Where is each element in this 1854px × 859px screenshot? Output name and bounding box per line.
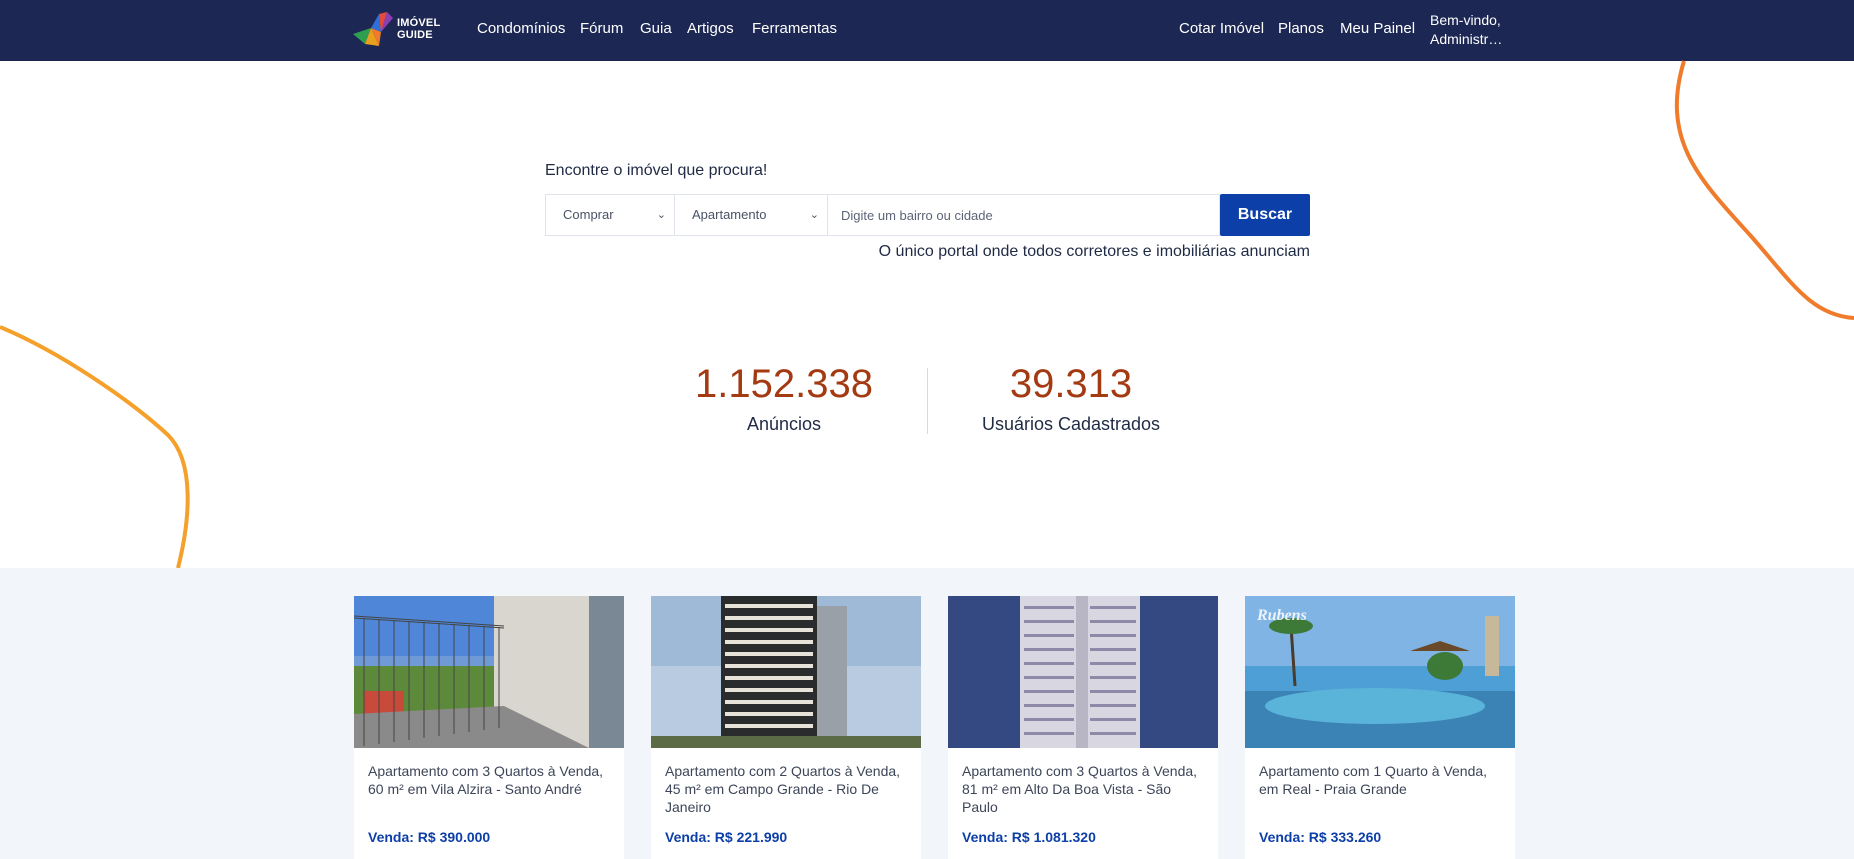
listing-title: Apartamento com 3 Quartos à Venda, 81 m²… (962, 763, 1198, 815)
chevron-down-icon: ⌄ (656, 209, 666, 221)
listing-card[interactable]: Apartamento com 3 Quartos à Venda, 60 m²… (354, 596, 624, 859)
listing-title: Apartamento com 3 Quartos à Venda, 60 m²… (368, 763, 604, 797)
welcome-line-1: Bem-vindo, (1430, 12, 1501, 28)
nav-link-artigos[interactable]: Artigos (687, 20, 734, 37)
stat-listings-label: Anúncios (746, 414, 822, 434)
stats-divider (927, 368, 928, 434)
stat-users-value: 39.313 (1009, 362, 1133, 406)
brand-logo-icon (353, 12, 393, 46)
search-heading: Encontre o imóvel que procura! (545, 162, 768, 179)
nav-link-condominios[interactable]: Condomínios (477, 20, 565, 37)
portal-tagline: O único portal onde todos corretores e i… (878, 243, 1310, 260)
location-search-input[interactable] (828, 194, 1220, 236)
listing-price: Venda: R$ 1.081.320 (962, 829, 1096, 845)
search-button[interactable]: Buscar (1220, 194, 1310, 236)
photo-watermark: Rubens (1256, 607, 1307, 624)
listing-price: Venda: R$ 333.260 (1259, 829, 1382, 845)
chevron-down-icon: ⌄ (809, 209, 819, 221)
brand-line-1: IMÓVEL (397, 17, 441, 29)
nav-link-cotar-imovel[interactable]: Cotar Imóvel (1179, 20, 1264, 37)
property-type-select[interactable]: Apartamento ⌄ (675, 194, 828, 236)
transaction-select[interactable]: Comprar ⌄ (545, 194, 675, 236)
stat-listings-value: 1.152.338 (695, 362, 873, 406)
listing-price: Venda: R$ 221.990 (665, 829, 788, 845)
nav-link-forum[interactable]: Fórum (580, 20, 623, 37)
nav-link-ferramentas[interactable]: Ferramentas (752, 20, 837, 37)
nav-link-meu-painel[interactable]: Meu Painel (1340, 20, 1415, 37)
transaction-select-value: Comprar (563, 207, 614, 222)
listing-title: Apartamento com 2 Quartos à Venda, 45 m²… (665, 763, 901, 815)
listing-price: Venda: R$ 390.000 (368, 829, 491, 845)
listing-title: Apartamento com 1 Quarto à Venda, em Rea… (1259, 763, 1488, 797)
listing-photo (354, 596, 624, 748)
listing-card[interactable]: Rubens Apartamento com 1 Quarto à Venda,… (1245, 596, 1515, 859)
user-welcome-menu[interactable]: Bem-vindo, Administrador (1430, 11, 1510, 49)
featured-listings-section (0, 568, 1854, 859)
property-type-select-value: Apartamento (692, 207, 767, 222)
brand-line-2: GUIDE (397, 29, 433, 41)
listing-photo (651, 596, 921, 748)
listing-card[interactable]: Apartamento com 3 Quartos à Venda, 81 m²… (948, 596, 1218, 859)
nav-link-guia[interactable]: Guia (640, 20, 672, 37)
nav-link-planos[interactable]: Planos (1278, 20, 1324, 37)
top-navbar: IMÓVEL GUIDE Condomínios Fórum Guia Arti… (0, 0, 1854, 61)
listing-photo: Rubens (1245, 596, 1515, 748)
stat-users-label: Usuários Cadastrados (981, 414, 1161, 434)
decorative-curves (0, 60, 1854, 568)
listing-photo (948, 596, 1218, 748)
listing-card[interactable]: Apartamento com 2 Quartos à Venda, 45 m²… (651, 596, 921, 859)
brand-logo[interactable]: IMÓVEL GUIDE (351, 10, 451, 48)
welcome-line-2: Administrador (1430, 31, 1510, 47)
